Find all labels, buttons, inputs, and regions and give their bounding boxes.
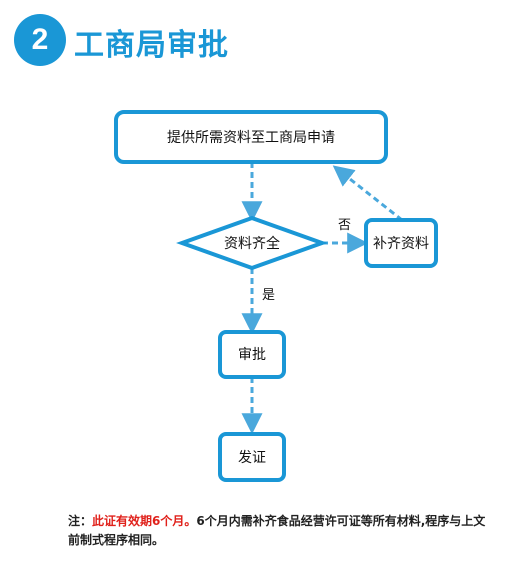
edge-supplement-to-submit (332, 165, 403, 222)
node-approve-label: 审批 (238, 347, 266, 363)
node-submit-label: 提供所需资料至工商局申请 (167, 130, 335, 146)
flowchart: 提供所需资料至工商局申请 资料齐全 补齐资料 审批 发证 否 是 (114, 110, 438, 482)
footnote-prefix: 注： (68, 514, 93, 528)
node-issue-label: 发证 (238, 450, 266, 466)
edge-label-yes: 是 (262, 288, 275, 303)
edge-label-no: 否 (338, 218, 351, 233)
footnote-highlight: 此证有效期6个月。 (92, 514, 197, 528)
node-supplement-label: 补齐资料 (373, 236, 429, 252)
footnote: 注：此证有效期6个月。6个月内需补齐食品经营许可证等所有材料,程序与上文前制式程… (68, 512, 488, 550)
node-check-label: 资料齐全 (224, 235, 280, 252)
